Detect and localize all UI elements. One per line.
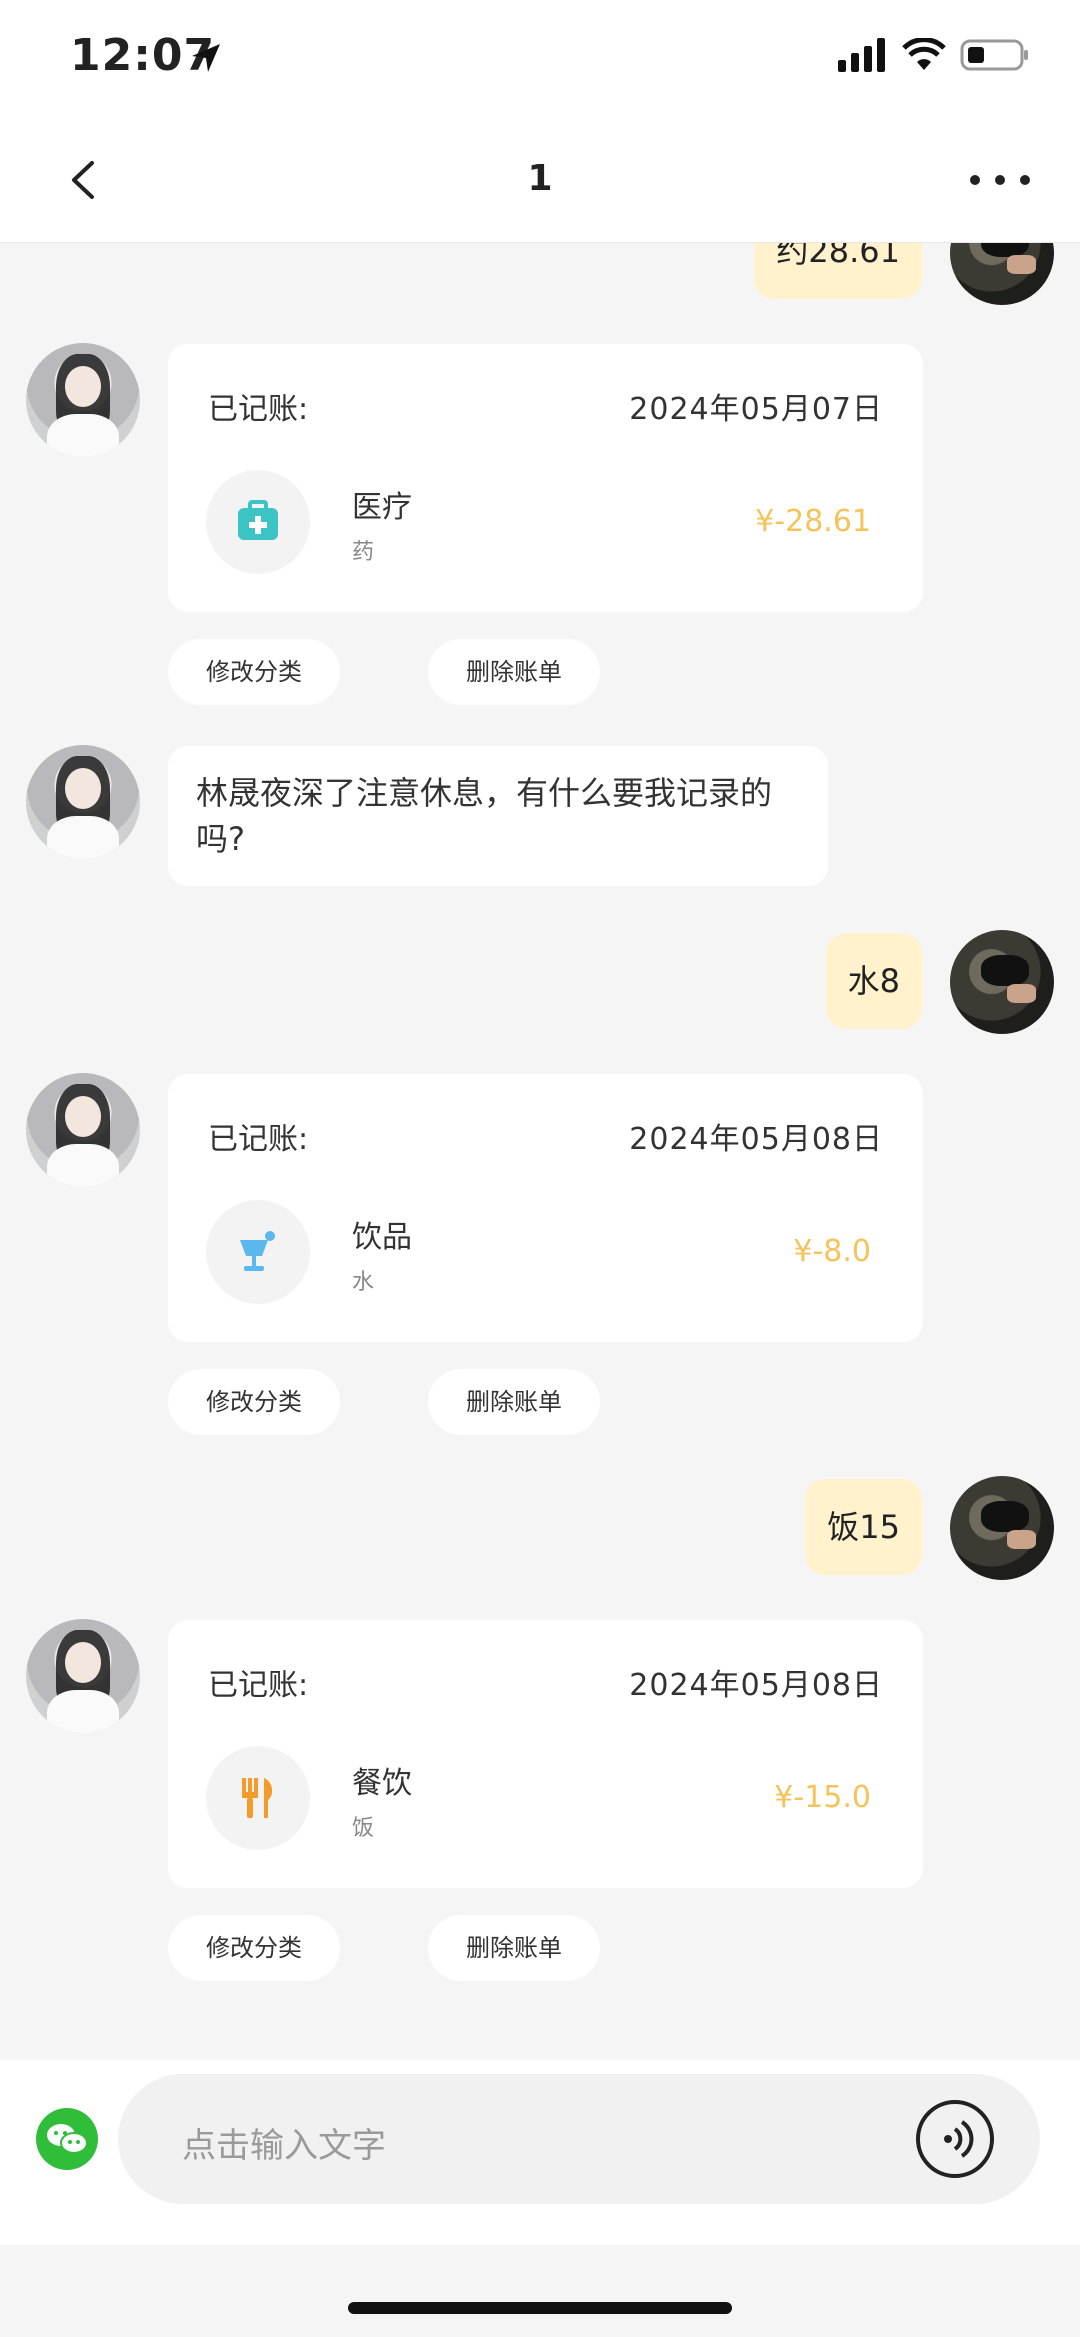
user-avatar[interactable] — [950, 1476, 1054, 1580]
bill-card: 已记账: 2024年05月08日 餐饮 饭 ¥-15.0 — [168, 1620, 923, 1888]
edit-category-button[interactable]: 修改分类 — [168, 639, 340, 705]
category-icon-circle — [206, 470, 310, 574]
category-icon-circle — [206, 1200, 310, 1304]
card-label: 已记账: — [208, 1668, 309, 1703]
assistant-message-text: 林晟夜深了注意休息，有什么要我记录的吗? — [196, 774, 773, 858]
medical-kit-icon — [238, 500, 278, 540]
category-icon-circle — [206, 1746, 310, 1850]
delete-bill-button[interactable]: 删除账单 — [428, 1915, 600, 1981]
chat-area[interactable]: 约28.61 已记账: 2024年05月07日 医疗 药 ¥-28.61 修改分… — [0, 243, 1080, 2060]
bill-card: 已记账: 2024年05月07日 医疗 药 ¥-28.61 — [168, 344, 923, 612]
user-message-bubble: 约28.61 — [754, 243, 922, 299]
card-label: 已记账: — [208, 392, 309, 427]
voice-wave-icon — [944, 2120, 974, 2158]
user-message-text: 约28.61 — [776, 243, 900, 270]
delete-bill-button[interactable]: 删除账单 — [428, 639, 600, 705]
assistant-avatar[interactable] — [26, 745, 140, 859]
delete-bill-button[interactable]: 删除账单 — [428, 1369, 600, 1435]
category-note: 饭 — [352, 1816, 375, 1841]
wechat-icon[interactable] — [36, 2108, 98, 2170]
assistant-message-bubble: 林晟夜深了注意休息，有什么要我记录的吗? — [168, 746, 828, 886]
input-bar: 点击输入文字 — [0, 2060, 1080, 2245]
user-message-bubble: 饭15 — [805, 1479, 922, 1575]
user-message-bubble: 水8 — [825, 933, 922, 1029]
assistant-avatar[interactable] — [26, 1073, 140, 1187]
assistant-avatar[interactable] — [26, 343, 140, 457]
card-date: 2024年05月08日 — [629, 1668, 883, 1703]
wifi-icon — [902, 38, 946, 70]
category-name: 饮品 — [352, 1220, 412, 1255]
location-arrow-icon — [192, 44, 220, 72]
status-icons — [838, 38, 1030, 72]
status-bar: 12:07 — [0, 0, 1080, 120]
card-label: 已记账: — [208, 1122, 309, 1157]
user-message-text: 水8 — [847, 962, 900, 1000]
page-title: 1 — [527, 158, 553, 199]
category-name: 医疗 — [352, 490, 412, 525]
category-note: 药 — [352, 540, 375, 565]
user-message-text: 饭15 — [827, 1508, 900, 1546]
fork-knife-icon — [242, 1778, 273, 1818]
signal-icon — [838, 38, 885, 72]
assistant-avatar[interactable] — [26, 1619, 140, 1733]
user-avatar[interactable] — [950, 243, 1054, 305]
card-date: 2024年05月08日 — [629, 1122, 883, 1157]
more-options-icon[interactable] — [970, 160, 1030, 200]
voice-input-button[interactable] — [916, 2100, 994, 2178]
category-name: 餐饮 — [352, 1766, 412, 1801]
battery-icon — [960, 39, 1028, 71]
drink-cup-icon — [240, 1231, 275, 1271]
edit-category-button[interactable]: 修改分类 — [168, 1369, 340, 1435]
nav-bar: 1 — [0, 120, 1080, 243]
edit-category-button[interactable]: 修改分类 — [168, 1915, 340, 1981]
input-placeholder: 点击输入文字 — [182, 2126, 386, 2166]
bill-amount: ¥-8.0 — [793, 1234, 871, 1269]
bill-card: 已记账: 2024年05月08日 饮品 水 ¥-8.0 — [168, 1074, 923, 1342]
user-avatar[interactable] — [950, 930, 1054, 1034]
bill-amount: ¥-15.0 — [774, 1780, 871, 1815]
message-input[interactable]: 点击输入文字 — [118, 2074, 1040, 2204]
bill-amount: ¥-28.61 — [755, 504, 871, 539]
home-area — [0, 2245, 1080, 2337]
home-indicator[interactable] — [348, 2302, 732, 2314]
chat-bubbles-icon — [47, 2124, 88, 2154]
category-note: 水 — [352, 1270, 375, 1295]
card-date: 2024年05月07日 — [629, 392, 883, 427]
